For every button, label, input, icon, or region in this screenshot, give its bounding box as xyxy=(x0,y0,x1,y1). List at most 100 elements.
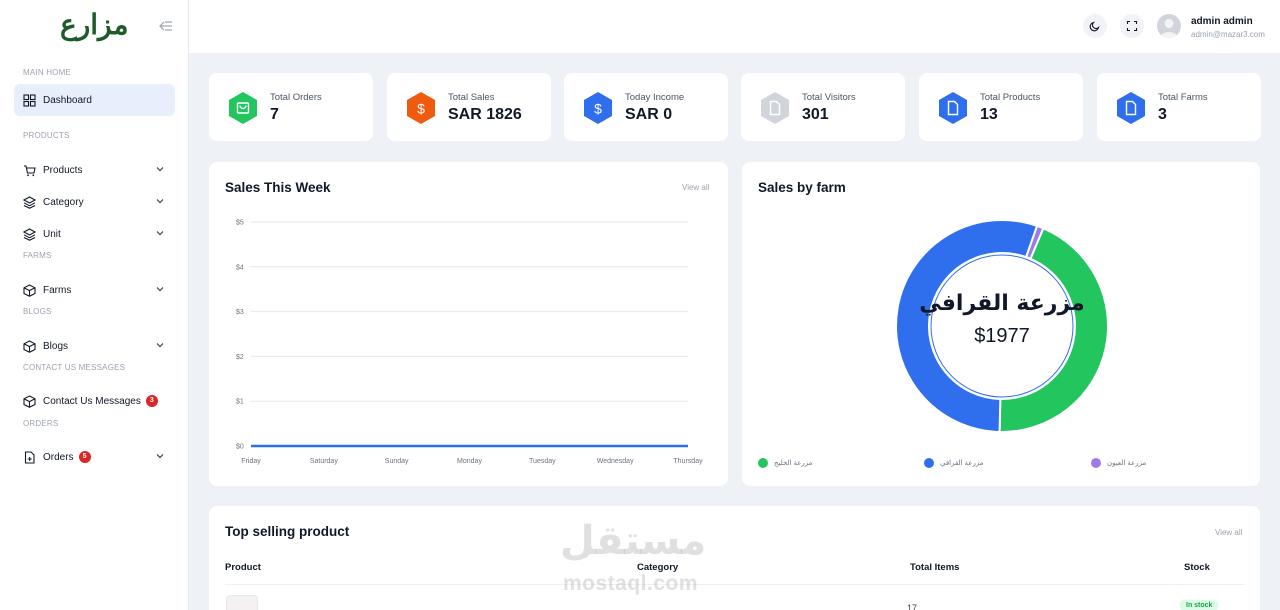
sidebar-item-dashboard[interactable]: Dashboard xyxy=(14,84,175,116)
dollar-icon: $ xyxy=(584,92,612,124)
top-selling-panel: Top selling product View all xyxy=(209,506,1260,610)
shopping-bag-icon xyxy=(229,92,257,124)
sidebar-item-unit[interactable]: Unit xyxy=(14,218,175,250)
donut-chart: مزرعة القرافي $1977 xyxy=(895,219,1109,433)
file-icon xyxy=(1117,92,1145,124)
stat-value: 7 xyxy=(270,106,279,123)
sidebar-item-orders[interactable]: Orders 5 xyxy=(14,441,175,473)
sidebar-item-label: Contact Us Messages xyxy=(43,395,141,407)
box-icon xyxy=(23,394,36,408)
line-chart: $0 $1 $2 $3 $4 $5 Friday Saturday Sunday Monday Tu… xyxy=(236,220,703,466)
layers-icon xyxy=(23,227,36,241)
table-divider xyxy=(225,584,1245,585)
x-tick-label: Tuesday xyxy=(529,458,556,465)
fullscreen-button[interactable] xyxy=(1120,14,1144,38)
section-title-contact: CONTACT US MESSAGES xyxy=(23,363,126,372)
grid-icon xyxy=(23,93,36,107)
watermark-latin: mostaql.com xyxy=(563,572,699,595)
legend-item[interactable]: مزرعة العيون xyxy=(1091,458,1146,468)
stat-card-today-income: $ Today Income SAR 0 xyxy=(564,73,728,141)
chevron-down-icon xyxy=(156,199,164,204)
section-title-blogs: BLOGS xyxy=(23,307,52,316)
stat-label: Total Visitors xyxy=(802,92,856,103)
sidebar-item-label: Orders xyxy=(43,451,74,463)
sidebar: مزارع MAIN HOME Dashboard PRODUCTS Produ… xyxy=(0,0,189,610)
stat-value: 13 xyxy=(980,106,998,123)
y-tick-label: $0 xyxy=(236,444,244,451)
stat-value: SAR 0 xyxy=(625,106,673,123)
collapse-sidebar-icon[interactable] xyxy=(158,18,174,34)
sidebar-item-farms[interactable]: Farms xyxy=(14,274,175,306)
dollar-icon: $ xyxy=(407,92,435,124)
user-name[interactable]: admin admin xyxy=(1191,16,1253,27)
box-icon xyxy=(23,283,36,297)
dark-mode-toggle[interactable] xyxy=(1083,14,1107,38)
file-icon xyxy=(761,92,789,124)
sidebar-item-products[interactable]: Products xyxy=(14,154,175,186)
chevron-down-icon xyxy=(156,454,164,459)
stat-card-total-farms: Total Farms 3 xyxy=(1097,73,1261,141)
document-plus-icon xyxy=(24,450,35,464)
legend-item[interactable]: مزرعة القرافي xyxy=(924,458,983,468)
fullscreen-icon xyxy=(1126,20,1138,32)
product-thumbnail[interactable] xyxy=(226,595,258,610)
sidebar-item-label: Farms xyxy=(43,284,72,296)
brand-logo[interactable]: مزارع xyxy=(60,8,129,41)
svg-text:$: $ xyxy=(594,101,602,117)
unread-count-badge: 3 xyxy=(145,395,158,407)
file-icon xyxy=(939,92,967,124)
sidebar-item-label: Products xyxy=(43,164,83,176)
product-total-items: 17 xyxy=(907,603,918,610)
section-title-products: PRODUCTS xyxy=(23,131,70,140)
sidebar-item-label: Dashboard xyxy=(43,94,92,106)
stat-card-total-orders: Total Orders 7 xyxy=(209,73,373,141)
user-avatar-icon xyxy=(1160,19,1178,38)
layers-icon xyxy=(23,195,36,209)
product-category: ... xyxy=(640,603,648,610)
x-tick-label: Saturday xyxy=(310,458,339,465)
orders-count-badge: 5 xyxy=(78,451,91,463)
stat-value: 3 xyxy=(1158,106,1167,123)
view-all-link[interactable]: View all xyxy=(1215,528,1242,537)
stat-value: 301 xyxy=(802,106,829,123)
stat-card-total-sales: $ Total Sales SAR 1826 xyxy=(387,73,551,141)
top-header: admin admin admin@mazar3.com xyxy=(189,0,1280,53)
y-tick-label: $1 xyxy=(236,399,244,406)
x-tick-label: Sunday xyxy=(385,458,409,465)
column-header-total-items[interactable]: Total Items xyxy=(910,562,959,573)
moon-icon xyxy=(1089,21,1100,32)
legend-item[interactable]: مزرعة الخليج xyxy=(758,458,812,468)
stat-label: Total Sales xyxy=(448,92,495,103)
sidebar-item-category[interactable]: Category xyxy=(14,186,175,218)
donut-center-value: $1977 xyxy=(974,325,1030,347)
stat-label: Total Orders xyxy=(270,92,322,103)
sidebar-item-contact[interactable]: Contact Us Messages 3 xyxy=(14,385,175,417)
avatar[interactable] xyxy=(1157,14,1181,38)
sidebar-item-label: Unit xyxy=(43,228,61,240)
chevron-down-icon xyxy=(156,167,164,172)
watermark-arabic: مستقل xyxy=(560,518,707,564)
chevron-down-icon xyxy=(156,287,164,292)
chevron-down-icon xyxy=(156,343,164,348)
chevron-down-icon xyxy=(156,231,164,236)
legend-label: مزرعة العيون xyxy=(1107,460,1147,467)
sidebar-item-blogs[interactable]: Blogs xyxy=(14,330,175,362)
stat-card-total-visitors: Total Visitors 301 xyxy=(741,73,905,141)
stat-value: SAR 1826 xyxy=(448,106,522,123)
stat-label: Today Income xyxy=(625,92,685,103)
panel-title: Top selling product xyxy=(225,524,350,539)
column-header-stock[interactable]: Stock xyxy=(1184,562,1210,573)
user-email: admin@mazar3.com xyxy=(1191,30,1265,39)
y-tick-label: $5 xyxy=(236,220,244,227)
sales-farm-panel: Sales by farm مزرعة القرافي $1977 xyxy=(742,162,1260,486)
stat-label: Total Farms xyxy=(1158,92,1208,103)
box-icon xyxy=(23,339,36,353)
logo-row: مزارع xyxy=(0,0,188,52)
donut-center-label: مزرعة القرافي xyxy=(919,291,1085,316)
y-tick-label: $3 xyxy=(236,309,244,316)
section-title-main-home: MAIN HOME xyxy=(23,68,72,77)
stat-card-total-products: Total Products 13 xyxy=(919,73,1083,141)
column-header-product[interactable]: Product xyxy=(225,562,261,573)
section-title-farms: FARMS xyxy=(23,251,52,260)
legend-dot xyxy=(1091,458,1101,468)
